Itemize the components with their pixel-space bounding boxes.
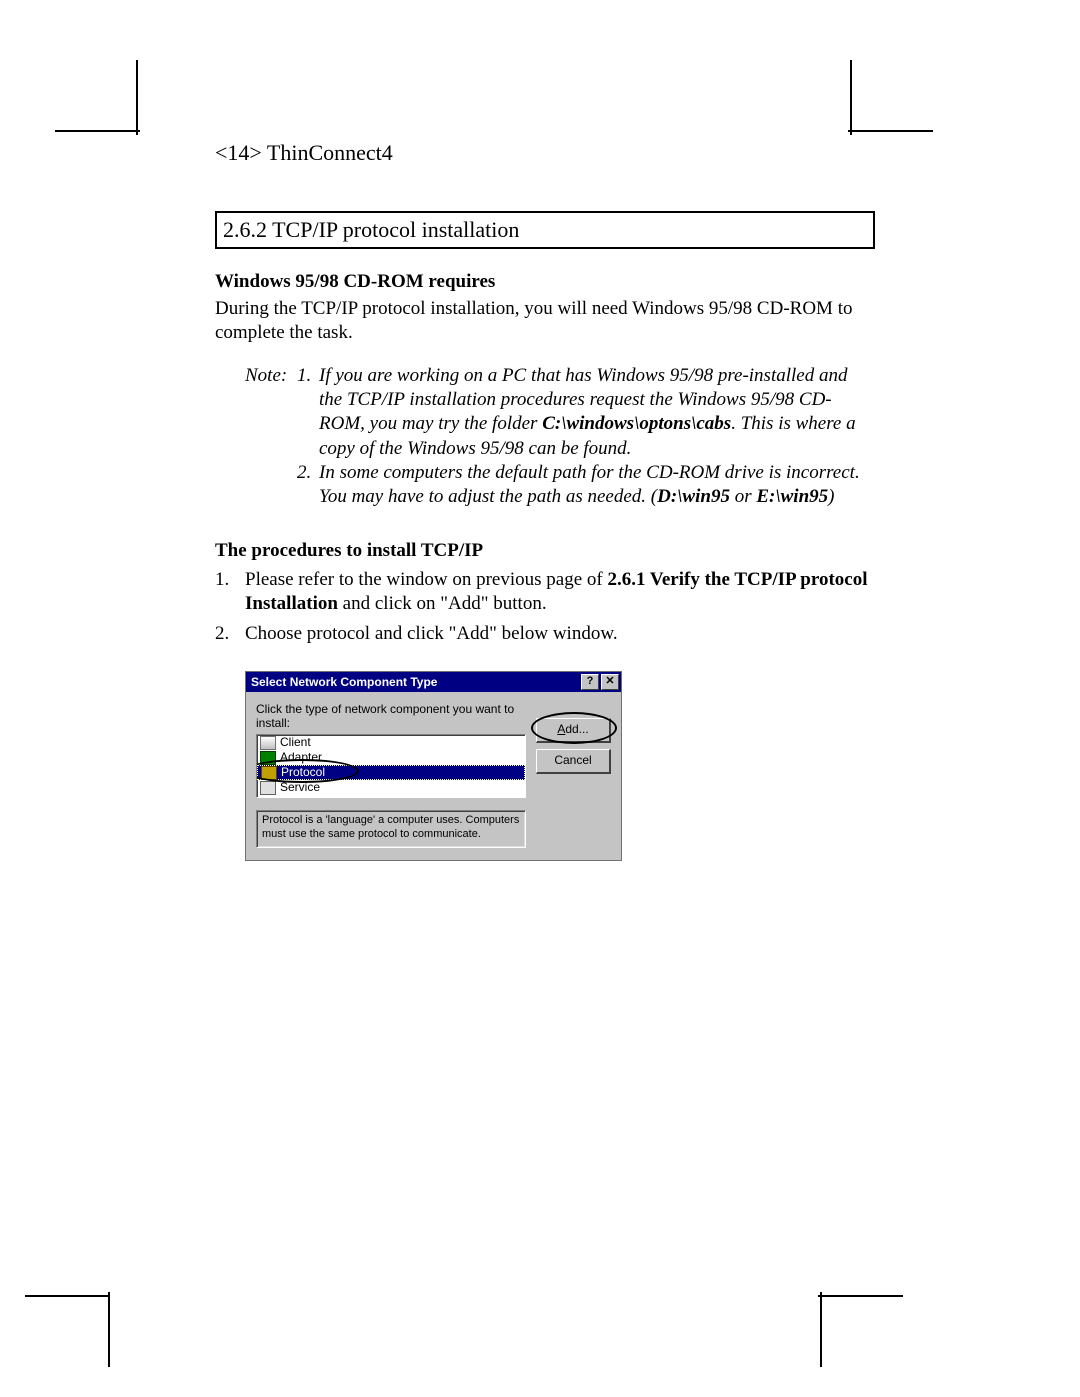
list-item-adapter[interactable]: Adapter xyxy=(257,750,525,765)
crop-mark xyxy=(848,130,933,132)
close-icon[interactable]: ✕ xyxy=(601,674,619,690)
add-button[interactable]: Add... xyxy=(536,718,611,743)
crop-mark xyxy=(820,1292,822,1367)
adapter-icon xyxy=(260,751,276,765)
protocol-icon xyxy=(261,766,277,780)
body-cdrom: During the TCP/IP protocol installation,… xyxy=(215,297,875,346)
subheading-procedures: The procedures to install TCP/IP xyxy=(215,540,875,562)
crop-mark xyxy=(136,60,138,135)
list-item-protocol[interactable]: Protocol xyxy=(257,765,525,780)
note-text: In some computers the default path for t… xyxy=(319,461,875,510)
list-item-client[interactable]: Client xyxy=(257,735,525,750)
note-number: 2. xyxy=(297,461,319,510)
note-label: Note: xyxy=(245,364,297,461)
dialog-body: Click the type of network component you … xyxy=(246,692,621,860)
list-item-service[interactable]: Service xyxy=(257,780,525,795)
crop-mark xyxy=(850,60,852,135)
procedure-step: 2. Choose protocol and click "Add" below… xyxy=(215,622,875,646)
component-type-listbox[interactable]: Client Adapter Protocol Service xyxy=(256,734,526,798)
subheading-cdrom: Windows 95/98 CD-ROM requires xyxy=(215,271,875,293)
client-icon xyxy=(260,736,276,750)
dialog-titlebar: Select Network Component Type ? ✕ xyxy=(246,672,621,692)
crop-mark xyxy=(25,1295,110,1297)
select-network-component-dialog: Select Network Component Type ? ✕ Click … xyxy=(245,671,622,861)
description-text: Protocol is a 'language' a computer uses… xyxy=(256,810,526,848)
crop-mark xyxy=(55,130,140,132)
help-icon[interactable]: ? xyxy=(581,674,599,690)
note-text: If you are working on a PC that has Wind… xyxy=(319,364,875,461)
page-content: <14> ThinConnect4 2.6.2 TCP/IP protocol … xyxy=(215,140,875,861)
dialog-instruction: Click the type of network component you … xyxy=(256,702,526,730)
page-header: <14> ThinConnect4 xyxy=(215,140,875,166)
procedure-step: 1. Please refer to the window on previou… xyxy=(215,568,875,617)
crop-mark xyxy=(108,1292,110,1367)
dialog-left-panel: Click the type of network component you … xyxy=(256,702,526,848)
section-title: 2.6.2 TCP/IP protocol installation xyxy=(215,211,875,249)
service-icon xyxy=(260,781,276,795)
note-block: Note: 1. If you are working on a PC that… xyxy=(245,364,875,510)
dialog-title: Select Network Component Type xyxy=(251,675,579,689)
cancel-button[interactable]: Cancel xyxy=(536,749,611,774)
note-number: 1. xyxy=(297,364,319,461)
crop-mark xyxy=(818,1295,903,1297)
dialog-right-panel: Add... Cancel xyxy=(536,702,611,848)
